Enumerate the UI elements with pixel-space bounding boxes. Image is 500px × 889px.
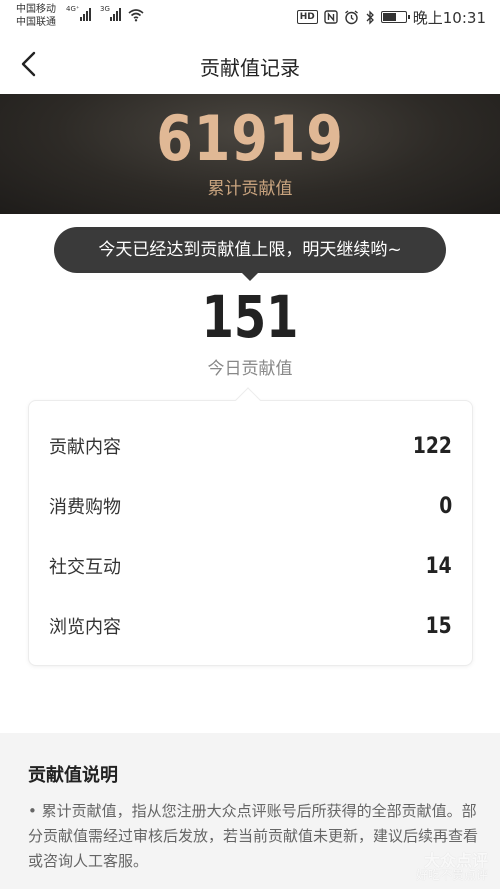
total-contribution-banner: 61919 累计贡献值 xyxy=(0,94,500,214)
daily-limit-tooltip: 今天已经达到贡献值上限，明天继续哟~ xyxy=(54,227,446,273)
explanation-title: 贡献值说明 xyxy=(28,765,118,786)
nfc-icon xyxy=(324,10,338,24)
breakdown-value: 15 xyxy=(425,613,452,639)
explanation-text: • 累计贡献值，指从您注册大众点评账号后所获得的全部贡献值。部分贡献值需经过审核… xyxy=(28,802,479,870)
network-type-2: 3G xyxy=(100,5,110,13)
hd-icon: HD xyxy=(296,10,318,24)
contribution-explanation: 贡献值说明 • 累计贡献值，指从您注册大众点评账号后所获得的全部贡献值。部分贡献… xyxy=(0,733,500,889)
breakdown-row-content: 贡献内容 122 xyxy=(49,431,452,461)
carrier-info: 中国移动 中国联通 xyxy=(16,3,56,29)
breakdown-label: 浏览内容 xyxy=(49,617,121,638)
signal-strength-icon xyxy=(80,7,91,21)
battery-icon xyxy=(380,11,410,23)
carrier-name-2: 中国联通 xyxy=(16,17,56,28)
total-contribution-label: 累计贡献值 xyxy=(207,179,293,199)
total-contribution-value: 61919 xyxy=(156,102,344,175)
watermark-tagline: 好吃不贵点评 xyxy=(415,868,488,882)
nav-bar: 贡献值记录 xyxy=(0,34,500,94)
network-type-1: 4G⁺ xyxy=(66,5,80,13)
breakdown-label: 贡献内容 xyxy=(49,437,121,458)
breakdown-value: 122 xyxy=(412,433,452,459)
breakdown-row-social: 社交互动 14 xyxy=(49,551,452,581)
battery-level xyxy=(382,13,396,21)
breakdown-row-browsing: 浏览内容 15 xyxy=(49,611,452,641)
status-bar: 中国移动 中国联通 4G⁺ 3G HD 晚上10:31 xyxy=(0,0,500,34)
breakdown-label: 社交互动 xyxy=(49,557,121,578)
breakdown-label: 消费购物 xyxy=(49,497,121,518)
alarm-icon xyxy=(344,9,358,24)
watermark-logo: 大众点评 xyxy=(423,851,488,870)
carrier-name-1: 中国移动 xyxy=(16,4,56,15)
breakdown-row-shopping: 消费购物 0 xyxy=(49,491,452,521)
tooltip-arrow xyxy=(241,272,259,281)
page-title: 贡献值记录 xyxy=(200,56,300,80)
today-contribution-value: 151 xyxy=(201,283,299,351)
wifi-icon xyxy=(128,9,144,22)
today-contribution-label: 今日贡献值 xyxy=(207,359,293,379)
watermark: 大众点评 好吃不贵点评 xyxy=(416,853,488,883)
status-time: 晚上10:31 xyxy=(412,8,486,27)
status-right-group: HD 晚上10:31 xyxy=(296,6,486,28)
contribution-breakdown-card: 贡献内容 122 消费购物 0 社交互动 14 浏览内容 15 xyxy=(28,400,473,666)
bluetooth-icon xyxy=(366,9,374,25)
signal-strength-icon xyxy=(110,7,121,21)
breakdown-value: 14 xyxy=(425,553,452,579)
breakdown-value: 0 xyxy=(438,493,452,519)
